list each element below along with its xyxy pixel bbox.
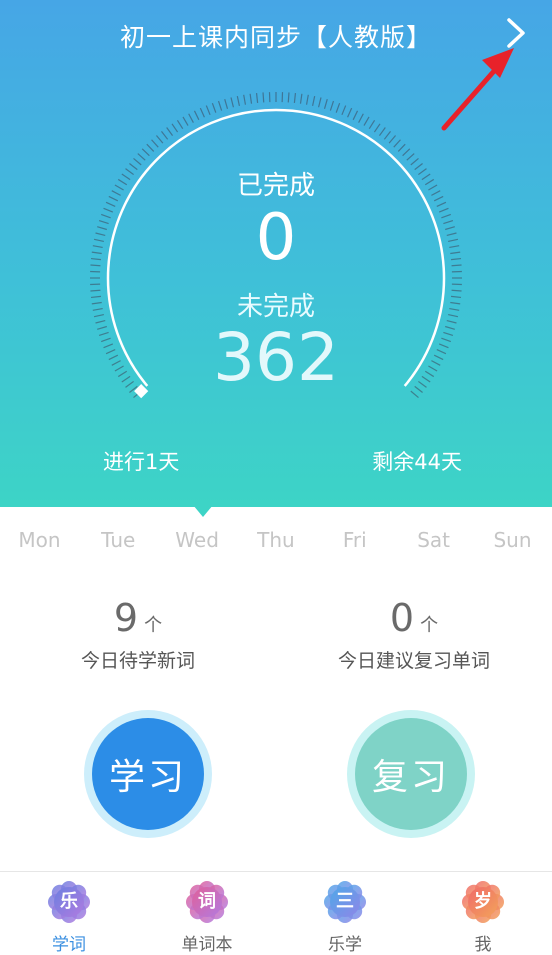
gauge-tick [147,144,154,151]
gauge-tick [257,93,258,103]
review-button-label: 复习 [355,718,467,830]
day-wed[interactable]: Wed [159,528,235,552]
gauge-tick [167,128,173,136]
gauge-tick [359,114,364,123]
tab-badge-char: 三 [323,880,367,924]
gauge-tick [307,95,309,105]
gauge-tick [200,108,204,117]
review-words-unit: 个 [420,615,438,636]
gauge-tick [142,149,149,156]
gauge-tick [389,136,395,144]
gauge-tick [219,101,222,111]
gauge-tick [364,117,369,126]
day-tue[interactable]: Tue [80,528,156,552]
tab-me[interactable]: 岁 我 [414,872,552,954]
tab-label: 学词 [0,930,138,955]
gauge-tick [325,99,328,109]
days-elapsed: 进行1天 [103,446,179,476]
learn-button[interactable]: 学习 [84,710,212,838]
gauge-tick [407,154,414,161]
bottom-tab-bar: 乐 学词 词 单词本 三 乐学 岁 我 [0,871,552,954]
completed-label: 已完成 [0,165,552,202]
review-words-count: 0 [390,596,414,640]
gauge-tick [348,108,352,117]
tab-wordbook[interactable]: 词 单词本 [138,872,276,954]
tab-label: 我 [414,930,552,955]
gauge-tick [161,131,167,139]
week-selector: Mon Tue Wed Thu Fri Sat Sun [0,528,552,552]
tab-badge-char: 词 [185,880,229,924]
gauge-tick [403,149,410,156]
days-left: 剩余44天 [372,446,462,476]
gauge-tick [206,106,210,115]
gauge-tick [134,158,142,164]
gauge-tick [177,120,182,128]
gauge-tick [212,103,215,112]
gauge-tick [294,93,295,103]
gauge-tick [156,136,162,144]
gauge-tick [183,117,188,126]
tab-learn-words[interactable]: 乐 学词 [0,872,138,954]
gauge-tick [398,144,405,151]
gauge-tick [300,94,301,104]
gauge-tick [313,96,315,106]
review-button[interactable]: 复习 [347,710,475,838]
day-thu[interactable]: Thu [238,528,314,552]
gauge-tick [379,128,385,136]
new-words-unit: 个 [144,615,162,636]
gauge-tick [319,98,321,108]
tab-fun-learning[interactable]: 三 乐学 [276,872,414,954]
gauge-tick [244,95,246,105]
gauge-tick [263,92,264,102]
new-words-count: 9 [114,596,138,640]
progress-hero: 初一上课内同步【人教版】 已完成 0 未完成 362 进行1天 剩余44天 [0,0,552,507]
gauge-tick [384,131,390,139]
new-words-stat: 9个 今日待学新词 [0,596,276,673]
review-words-label: 今日建议复习单词 [276,646,552,673]
gauge-tick [138,154,145,161]
gauge-tick [394,140,401,147]
review-words-stat: 0个 今日建议复习单词 [276,596,552,673]
gauge-tick [330,101,333,111]
gauge-tick [353,111,357,120]
gauge-tick [411,158,419,164]
gauge-tick [231,98,233,108]
remaining-count: 362 [0,318,552,398]
selected-day-pointer [193,505,213,517]
gauge-tick [225,99,228,109]
day-sat[interactable]: Sat [396,528,472,552]
day-fri[interactable]: Fri [317,528,393,552]
gauge-tick [189,114,194,123]
gauge-tick [152,140,159,147]
gauge-tick [336,103,339,112]
annotation-arrow-icon [430,40,520,140]
day-mon[interactable]: Mon [1,528,77,552]
gauge-tick [369,120,374,128]
tab-badge-char: 乐 [47,880,91,924]
gauge-tick [288,92,289,102]
gauge-tick [250,94,251,104]
tab-badge-char: 岁 [461,880,505,924]
day-sun[interactable]: Sun [474,528,550,552]
gauge-tick [172,124,178,132]
gauge-tick [237,96,239,106]
new-words-label: 今日待学新词 [0,646,276,673]
gauge-tick [194,111,198,120]
gauge-tick [374,124,380,132]
gauge-tick [342,106,346,115]
completed-count: 0 [0,198,552,278]
tab-label: 乐学 [276,930,414,955]
tab-label: 单词本 [138,930,276,955]
learn-button-label: 学习 [92,718,204,830]
